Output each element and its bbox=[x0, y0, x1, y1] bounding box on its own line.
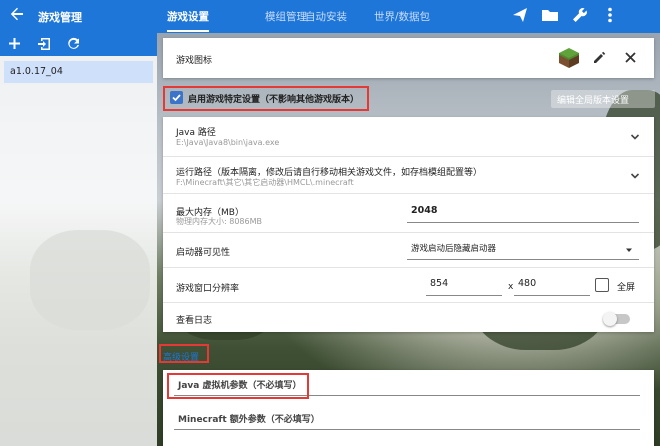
java-path-row[interactable]: Java 路径 E:\Java\Java8\bin\java.exe bbox=[163, 117, 654, 157]
resolution-width-input[interactable]: 854 bbox=[426, 278, 502, 296]
fullscreen-checkbox[interactable] bbox=[595, 278, 609, 292]
specific-settings-label: 启用游戏特定设置（不影响其他游戏版本） bbox=[188, 95, 360, 105]
tab-game-settings[interactable]: 游戏设置 bbox=[167, 9, 209, 32]
wrench-icon[interactable] bbox=[571, 6, 591, 26]
show-logs-toggle[interactable] bbox=[603, 312, 630, 326]
fullscreen-label: 全屏 bbox=[617, 283, 636, 293]
chevron-down-icon[interactable] bbox=[630, 132, 640, 142]
physical-memory-text: 物理内存大小: 8086MB bbox=[176, 217, 262, 226]
import-icon[interactable] bbox=[37, 37, 51, 55]
tab-auto-install[interactable]: 自动安装 bbox=[305, 9, 347, 24]
edit-global-settings-button[interactable]: 编辑全局版本设置 bbox=[551, 90, 655, 108]
max-memory-input[interactable]: 2048 bbox=[407, 205, 639, 223]
mc-args-placeholder: Minecraft 额外参数（不必填写） bbox=[178, 415, 320, 425]
back-arrow-icon[interactable] bbox=[9, 6, 25, 27]
dropdown-arrow-icon bbox=[625, 246, 633, 257]
window-resolution-label: 游戏窗口分辨率 bbox=[176, 284, 240, 294]
window-title: 游戏管理 bbox=[38, 11, 82, 24]
checkbox-checked-icon bbox=[170, 91, 183, 104]
java-path-value: E:\Java\Java8\bin\java.exe bbox=[176, 138, 280, 147]
sidebar-toolbar bbox=[0, 33, 157, 56]
refresh-icon[interactable] bbox=[67, 37, 80, 54]
tab-mod-management[interactable]: 模组管理 bbox=[265, 9, 307, 24]
show-logs-row: 查看日志 bbox=[163, 303, 654, 332]
folder-icon[interactable] bbox=[541, 6, 561, 26]
advanced-settings-title: 高级设置 bbox=[163, 353, 200, 363]
settings-card: Java 路径 E:\Java\Java8\bin\java.exe 运行路径（… bbox=[163, 117, 654, 332]
more-vertical-icon[interactable] bbox=[601, 6, 621, 26]
grass-block-icon bbox=[558, 47, 580, 69]
show-logs-label: 查看日志 bbox=[176, 316, 213, 326]
version-sidebar: a1.0.17_04 bbox=[0, 33, 157, 446]
version-label: a1.0.17_04 bbox=[10, 66, 63, 77]
edit-icon[interactable] bbox=[593, 51, 606, 67]
specific-settings-checkbox[interactable]: 启用游戏特定设置（不影响其他游戏版本） bbox=[168, 90, 368, 106]
launcher-visibility-value: 游戏启动后隐藏启动器 bbox=[411, 244, 497, 254]
launcher-visibility-select[interactable]: 游戏启动后隐藏启动器 bbox=[407, 242, 639, 260]
run-path-value: F:\Minecraft\其它\其它启动器\HMCL\.minecraft bbox=[176, 178, 354, 187]
chevron-down-icon[interactable] bbox=[630, 171, 640, 181]
game-icon-label: 游戏图标 bbox=[176, 56, 213, 66]
run-path-row[interactable]: 运行路径（版本隔离，修改后请自行移动相关游戏文件，如存档模组配置等） F:\Mi… bbox=[163, 157, 654, 194]
resolution-height-input[interactable]: 480 bbox=[514, 278, 590, 296]
tab-worlds-datapacks[interactable]: 世界/数据包 bbox=[374, 9, 430, 24]
edit-global-settings-label: 编辑全局版本设置 bbox=[557, 96, 630, 106]
mc-args-input[interactable]: Minecraft 额外参数（不必填写） bbox=[174, 412, 640, 430]
resolution-width-value: 854 bbox=[430, 278, 449, 289]
game-icon-card: 游戏图标 bbox=[163, 38, 654, 78]
close-icon[interactable] bbox=[624, 51, 637, 67]
window-resolution-row: 游戏窗口分辨率 854 x 480 全屏 bbox=[163, 268, 654, 303]
java-path-label: Java 路径 bbox=[176, 128, 216, 138]
launcher-visibility-label: 启动器可见性 bbox=[176, 248, 231, 258]
max-memory-value: 2048 bbox=[411, 205, 438, 216]
advanced-settings-card: Java 虚拟机参数（不必填写） Minecraft 额外参数（不必填写） bbox=[163, 370, 654, 446]
jvm-args-placeholder: Java 虚拟机参数（不必填写） bbox=[178, 381, 302, 391]
jvm-args-input[interactable]: Java 虚拟机参数（不必填写） bbox=[174, 378, 640, 396]
send-icon[interactable] bbox=[511, 6, 531, 26]
toggle-knob bbox=[603, 312, 617, 326]
resolution-separator: x bbox=[508, 282, 514, 292]
resolution-height-value: 480 bbox=[518, 278, 537, 289]
top-bar: 游戏管理 游戏设置 模组管理 自动安装 世界/数据包 bbox=[0, 0, 660, 33]
max-memory-row: 最大内存（MB） 物理内存大小: 8086MB 2048 bbox=[163, 194, 654, 233]
add-icon[interactable] bbox=[8, 37, 21, 54]
launcher-visibility-row: 启动器可见性 游戏启动后隐藏启动器 bbox=[163, 233, 654, 268]
version-list-item[interactable]: a1.0.17_04 bbox=[4, 61, 153, 83]
